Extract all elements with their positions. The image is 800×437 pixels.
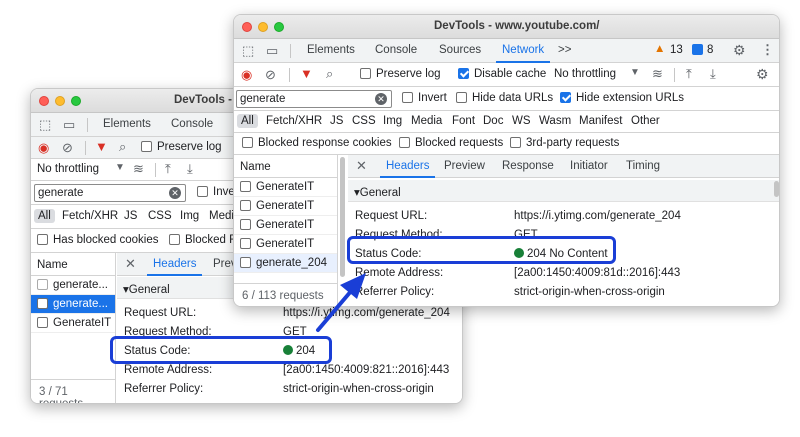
callout-arrow-icon	[316, 273, 366, 332]
